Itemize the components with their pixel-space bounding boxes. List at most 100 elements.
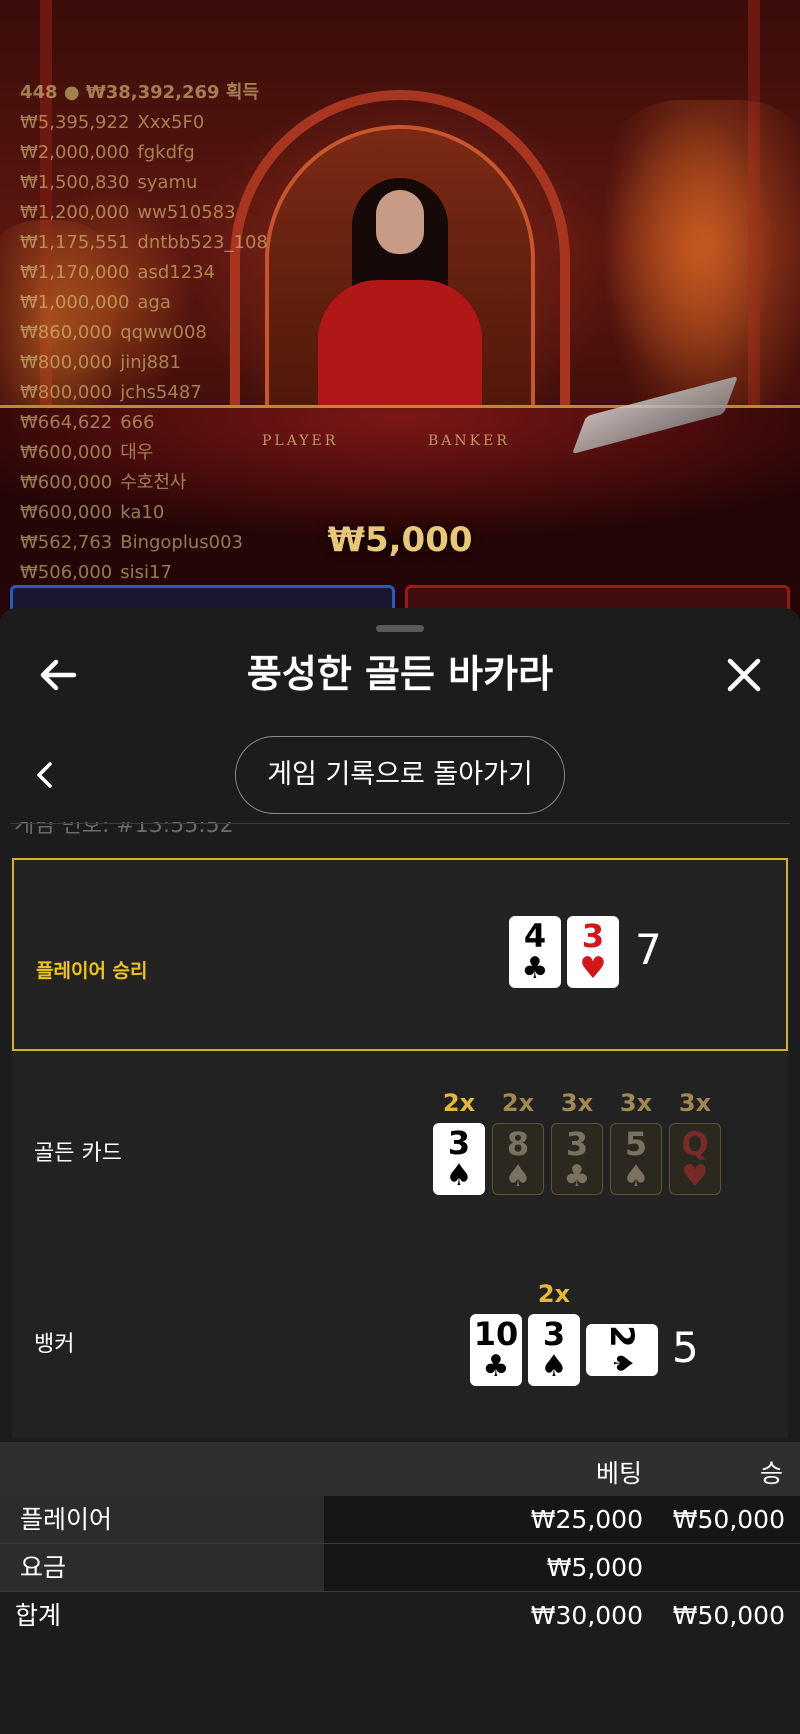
winner-amount: ₩800,000 [20,352,113,373]
winner-amount: ₩800,000 [20,382,113,403]
winner-amount: ₩506,000 [20,562,113,583]
nav-divider [10,823,790,824]
winner-amount: ₩664,622 [20,412,113,433]
pot-amount: ₩5,000 [327,520,473,560]
club-icon: ♣ [563,1159,591,1194]
winner-row: ₩1,000,000 aga [20,288,350,318]
live-video-stream: PLAYER BANKER 448 ● ₩38,392,269 획득 ₩5,39… [0,0,800,620]
winner-name: syamu [137,172,198,193]
player-total: 7 [635,925,662,974]
winner-name: 대우 [120,442,154,463]
winner-row: ₩664,622 666 [20,408,350,438]
golden-multiplier-2: 2x [501,1089,535,1117]
winner-name: sisi17 [120,562,172,583]
banker-card-3-sideways: 2 ♠ [586,1324,658,1376]
winner-name: 수호천사 [120,472,187,493]
golden-card-2: 8 ♠ [492,1123,544,1195]
bet-row-bet: ₩5,000 [546,1553,643,1582]
dealer-face [376,190,424,254]
winner-amount: ₩860,000 [20,322,113,343]
sheet-title: 풍성한 골든 바카라 [246,652,554,696]
winner-row: ₩1,175,551 dntbb523_108 [20,228,350,258]
bet-row-name: 플레이어 [0,1496,324,1543]
bet-row-win [650,1544,785,1591]
winner-name: Xxx5F0 [137,112,205,133]
golden-card-5: Q ♥ [669,1123,721,1195]
winner-row: ₩1,500,830 syamu [20,168,350,198]
winner-amount: ₩1,200,000 [20,202,130,223]
spade-icon: ♠ [504,1159,532,1194]
winner-amount: ₩1,000,000 [20,292,130,313]
bet-row-fee: 요금 ₩5,000 [0,1544,800,1592]
winner-amount: ₩5,395,922 [20,112,130,133]
close-icon[interactable] [722,653,766,697]
golden-card-3: 3 ♣ [551,1123,603,1195]
spade-icon: ♠ [622,1159,650,1194]
winner-name: ww510583 [137,202,236,223]
player-result-row: 플레이어 승리 4 ♣ 3 ♥ 7 [12,858,788,1051]
golden-multiplier-1: 2x [442,1089,476,1117]
winners-count: 448 [20,82,58,103]
club-icon: ♣ [521,951,549,986]
banker-result-row: 뱅커 10 ♣ 2x 3 ♠ 2 ♠ 5 [12,1244,788,1438]
back-to-history-button[interactable]: 게임 기록으로 돌아가기 [235,736,565,814]
bet-total-label: 합계 [15,1601,62,1630]
winners-total: ₩38,392,269 [85,82,220,103]
golden-card-4: 5 ♠ [610,1123,662,1195]
winner-row: ₩600,000 대우 [20,438,350,468]
winner-row: ₩1,200,000 ww510583 [20,198,350,228]
header-win: 승 [760,1459,784,1488]
chevron-left-icon[interactable] [30,758,60,792]
bet-row-player: 플레이어 ₩25,000 ₩50,000 [0,1496,800,1544]
winner-amount: ₩2,000,000 [20,142,130,163]
winner-name: aga [137,292,171,313]
winner-name: fgkdfg [137,142,195,163]
arrow-left-icon[interactable] [36,653,80,697]
heart-icon: ♥ [681,1159,709,1194]
banker-card-1: 10 ♣ [470,1314,522,1386]
winner-amount: ₩600,000 [20,472,113,493]
winners-label: 획득 [225,82,259,103]
round-result-panel: 플레이어 승리 4 ♣ 3 ♥ 7 골든 카드 2x 3 ♠ 2x 8 ♠ 3x… [12,858,788,1438]
heart-icon: ♥ [579,951,607,986]
bet-total-bet: ₩30,000 [530,1601,643,1630]
spade-icon: ♠ [607,1351,637,1375]
winner-row: ₩506,000 sisi17 [20,558,350,588]
sheet-grab-handle[interactable] [376,625,424,632]
spade-icon: ♠ [540,1349,568,1384]
winner-name: jinj881 [120,352,182,373]
bet-row-win: ₩50,000 [672,1505,785,1534]
winner-amount: ₩1,500,830 [20,172,130,193]
spade-icon: ♠ [445,1158,473,1193]
winner-name: dntbb523_108 [137,232,268,253]
winner-row: ₩800,000 jchs5487 [20,378,350,408]
player-card-1: 4 ♣ [509,916,561,988]
table-label-banker: BANKER [428,433,510,449]
golden-cards-label: 골든 카드 [34,1141,122,1166]
winners-header: 448 ● ₩38,392,269 획득 [20,78,350,108]
winner-row: ₩1,170,000 asd1234 [20,258,350,288]
club-icon: ♣ [482,1349,510,1384]
header-bet: 베팅 [596,1459,643,1488]
winner-amount: ₩600,000 [20,442,113,463]
bet-table-header: 베팅 승 [0,1442,800,1496]
bet-total-win: ₩50,000 [672,1601,785,1630]
player-card-2: 3 ♥ [567,916,619,988]
bet-row-total: 합계 ₩30,000 ₩50,000 [0,1592,800,1640]
banker-result-label: 뱅커 [34,1332,75,1357]
banker-total: 5 [672,1323,699,1372]
player-result-label: 플레이어 승리 [36,960,148,982]
golden-cards-row: 골든 카드 2x 3 ♠ 2x 8 ♠ 3x 3 ♣ 3x 5 ♠ 3x Q ♥ [12,1051,788,1244]
person-icon: ● [63,82,80,103]
banker-card-2-multiplier: 2x [537,1280,571,1308]
winner-row: ₩600,000 수호천사 [20,468,350,498]
bet-row-name: 요금 [0,1544,324,1591]
winner-amount: ₩1,170,000 [20,262,130,283]
winner-name: 666 [120,412,155,433]
banker-card-2: 3 ♠ [528,1314,580,1386]
golden-multiplier-5: 3x [678,1089,712,1117]
winner-row: ₩2,000,000 fgkdfg [20,138,350,168]
round-id: 게임 번호: #13:55:52 [14,822,234,836]
game-history-sheet: 풍성한 골든 바카라 게임 기록으로 돌아가기 게임 번호: #13:55:52… [0,608,800,1734]
winner-name: qqww008 [120,322,207,343]
